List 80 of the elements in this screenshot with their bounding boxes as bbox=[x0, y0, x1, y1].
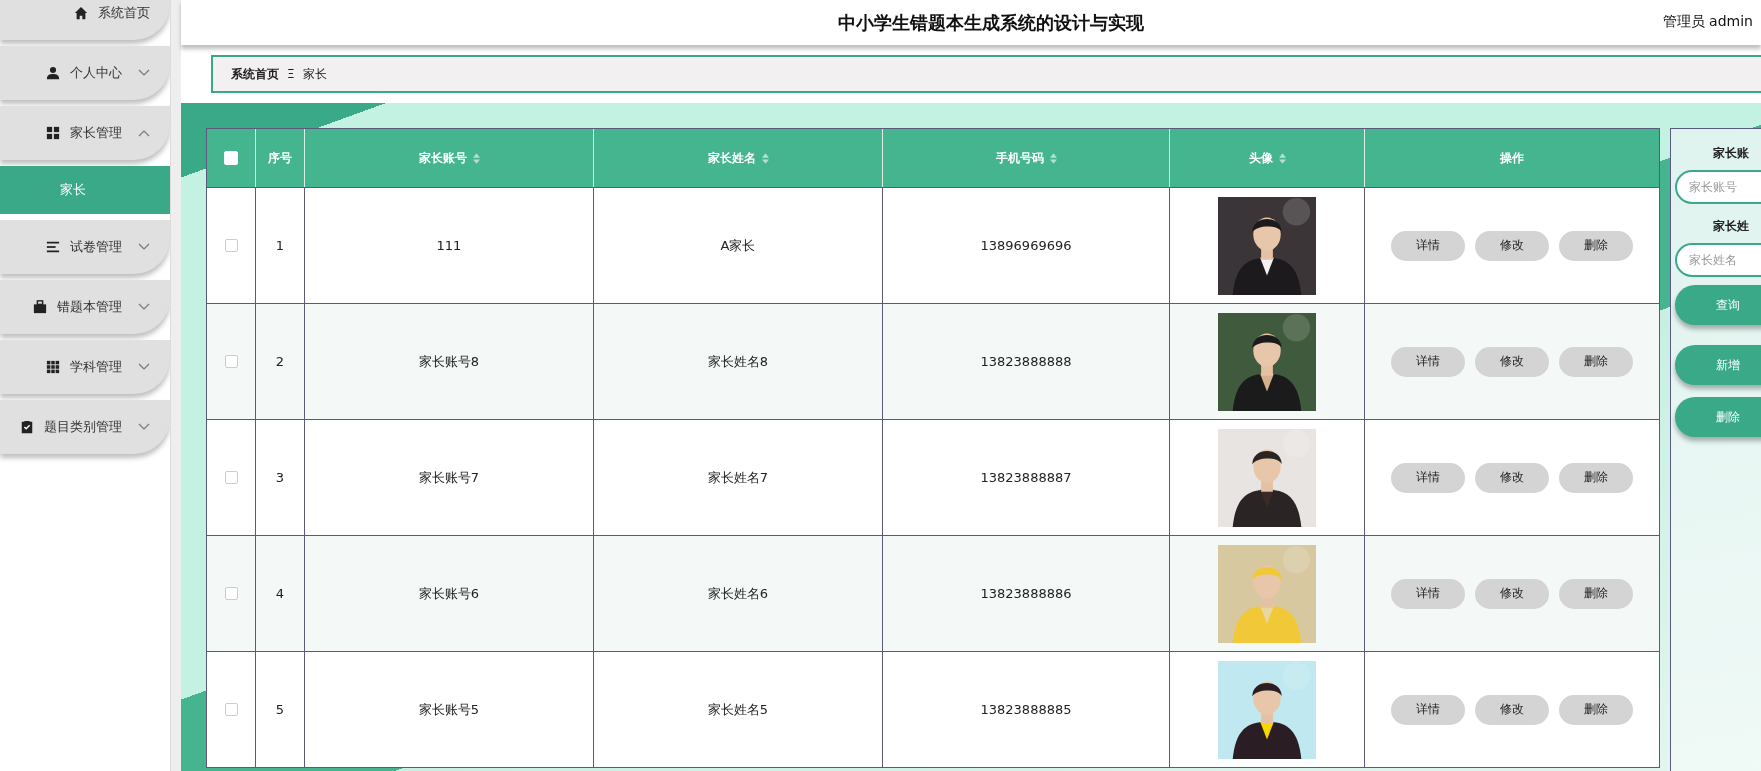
table-cell: 1 bbox=[275, 238, 285, 253]
breadcrumb-link[interactable]: 系统首页 bbox=[231, 65, 279, 83]
delete-button[interactable]: 删除 bbox=[1559, 462, 1633, 493]
nav-label: 个人中心 bbox=[70, 64, 122, 82]
table-cell: 3 bbox=[275, 470, 285, 485]
details-button[interactable]: 详情 bbox=[1391, 230, 1465, 261]
field-label: 家长账 bbox=[1713, 145, 1749, 162]
table-cell: 4 bbox=[275, 586, 285, 601]
nav-item[interactable]: 题目类别管理 bbox=[0, 400, 170, 454]
edit-button[interactable]: 修改 bbox=[1475, 346, 1549, 377]
grid-icon bbox=[46, 360, 60, 374]
table-cell: 13823888886 bbox=[980, 586, 1072, 601]
checkbox[interactable] bbox=[224, 239, 238, 252]
edit-button[interactable]: 修改 bbox=[1475, 694, 1549, 725]
column-header: 头像 bbox=[1248, 149, 1273, 167]
list-icon bbox=[46, 240, 60, 254]
nav-label: 系统首页 bbox=[98, 4, 150, 22]
user-info: 管理员 admin bbox=[1662, 13, 1753, 31]
table-cell: 家长姓名5 bbox=[707, 700, 769, 719]
nav-label: 错题本管理 bbox=[57, 298, 122, 316]
column-header: 操作 bbox=[1500, 149, 1524, 167]
nav-label: 试卷管理 bbox=[70, 238, 122, 256]
table-cell: 家长姓名6 bbox=[707, 584, 769, 603]
nav-item[interactable]: 试卷管理 bbox=[0, 220, 170, 274]
details-button[interactable]: 详情 bbox=[1391, 346, 1465, 377]
delete-button[interactable]: 删除 bbox=[1559, 230, 1633, 261]
table-cell: 13823888887 bbox=[980, 470, 1072, 485]
checkbox[interactable] bbox=[224, 703, 238, 716]
delete-button[interactable]: 删除 bbox=[1559, 346, 1633, 377]
breadcrumb-current: 家长 bbox=[302, 65, 327, 83]
table-cell: 5 bbox=[275, 702, 285, 717]
nav-item[interactable]: 系统首页 bbox=[0, 0, 170, 40]
table-cell: 111 bbox=[436, 238, 462, 253]
table-cell: 13823888888 bbox=[980, 354, 1072, 369]
home-icon bbox=[74, 6, 88, 20]
sort-icon[interactable] bbox=[1049, 152, 1057, 164]
delete-button[interactable]: 删除 bbox=[1559, 694, 1633, 725]
nav-label: 家长管理 bbox=[70, 124, 122, 142]
table-cell: 家长账号6 bbox=[418, 584, 480, 603]
table-cell: 家长姓名7 bbox=[707, 468, 769, 487]
sort-icon[interactable] bbox=[761, 152, 769, 164]
checkbox[interactable] bbox=[224, 587, 238, 600]
details-button[interactable]: 详情 bbox=[1391, 694, 1465, 725]
nav-item[interactable]: 个人中心 bbox=[0, 46, 170, 100]
sort-icon[interactable] bbox=[472, 152, 480, 164]
column-header: 家长账号 bbox=[418, 149, 467, 167]
checkbox[interactable] bbox=[224, 355, 238, 368]
table-cell: 13896969696 bbox=[980, 238, 1072, 253]
nav-item[interactable]: 错题本管理 bbox=[0, 280, 170, 334]
checkbox[interactable] bbox=[224, 471, 238, 484]
details-button[interactable]: 详情 bbox=[1391, 578, 1465, 609]
grid-icon bbox=[46, 126, 60, 140]
table-cell: 家长账号8 bbox=[418, 352, 480, 371]
breadcrumb-separator: Ξ bbox=[287, 67, 295, 81]
table-cell: A家长 bbox=[720, 236, 756, 255]
details-button[interactable]: 详情 bbox=[1391, 462, 1465, 493]
nav-item[interactable]: 家长管理 bbox=[0, 106, 170, 160]
table-cell: 2 bbox=[275, 354, 285, 369]
nav-label: 题目类别管理 bbox=[44, 418, 122, 436]
delete-button[interactable]: 删除 bbox=[1559, 578, 1633, 609]
input-field[interactable]: 家长姓名 bbox=[1675, 243, 1761, 277]
briefcase-icon bbox=[33, 300, 47, 314]
column-header: 序号 bbox=[268, 149, 292, 167]
column-header: 手机号码 bbox=[995, 149, 1044, 167]
input-field[interactable]: 家长账号 bbox=[1675, 170, 1761, 204]
person-icon bbox=[46, 66, 60, 80]
nav-item[interactable]: 学科管理 bbox=[0, 340, 170, 394]
table-cell: 13823888885 bbox=[980, 702, 1072, 717]
column-header: 家长姓名 bbox=[707, 149, 756, 167]
edit-button[interactable]: 修改 bbox=[1475, 230, 1549, 261]
table-cell: 家长姓名8 bbox=[707, 352, 769, 371]
page-title: 中小学生错题本生成系统的设计与实现 bbox=[838, 10, 1144, 35]
edit-button[interactable]: 修改 bbox=[1475, 578, 1549, 609]
clipboard-icon bbox=[20, 420, 34, 434]
table-cell: 家长账号7 bbox=[418, 468, 480, 487]
edit-button[interactable]: 修改 bbox=[1475, 462, 1549, 493]
sort-icon[interactable] bbox=[1278, 152, 1286, 164]
nav-label: 学科管理 bbox=[70, 358, 122, 376]
table-cell: 家长账号5 bbox=[418, 700, 480, 719]
field-label: 家长姓 bbox=[1713, 218, 1749, 235]
